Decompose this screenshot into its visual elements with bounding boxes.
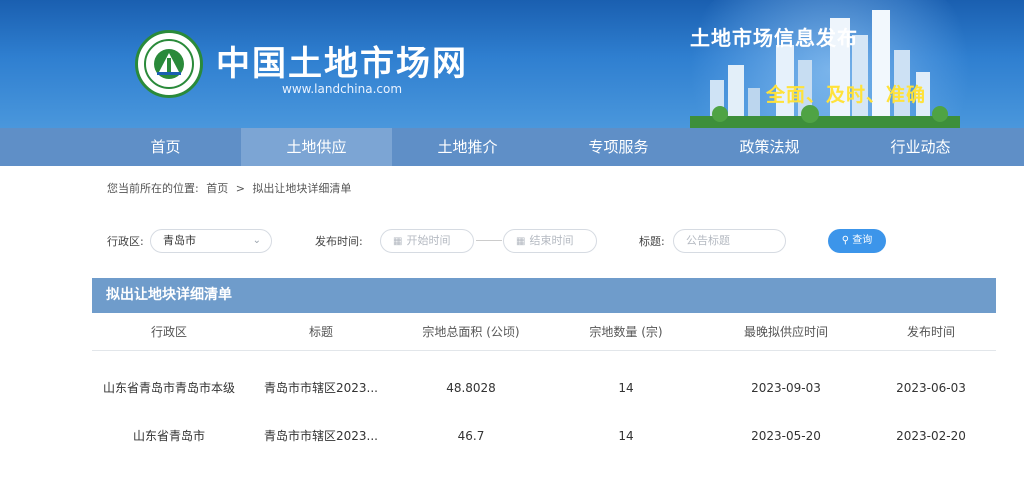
- cell-region: 山东省青岛市青岛市本级: [102, 381, 235, 395]
- cell-count: 14: [618, 381, 634, 395]
- nav-item-home[interactable]: 首页: [90, 128, 241, 166]
- banner-slogan: 全面、及时、准确: [766, 84, 927, 106]
- breadcrumb: 您当前所在的位置: 首页 > 拟出让地块详细清单: [107, 180, 355, 196]
- cell-area: 46.7: [457, 429, 485, 443]
- cell-title-link[interactable]: 青岛市市辖区2023...: [246, 369, 396, 409]
- cell-latest-supply: 2023-09-03: [751, 381, 821, 395]
- search-icon: ⚲: [841, 235, 850, 246]
- site-header: 中国土地市场网 www.landchina.com 土地市场信息发布 全面、及时…: [0, 0, 1024, 128]
- nav-item-land-promotion[interactable]: 土地推介: [392, 128, 543, 166]
- region-select-value: 青岛市: [163, 234, 196, 247]
- nav-item-policies[interactable]: 政策法规: [694, 128, 845, 166]
- breadcrumb-home-link[interactable]: 首页: [206, 182, 228, 195]
- region-select[interactable]: 青岛市 ⌄: [150, 229, 272, 253]
- site-url: www.landchina.com: [282, 82, 403, 96]
- date-range-dash: [476, 240, 502, 241]
- column-header-title: 标题: [308, 325, 333, 339]
- breadcrumb-prefix: 您当前所在的位置:: [107, 182, 199, 195]
- title-search-input[interactable]: 公告标题: [673, 229, 786, 253]
- table-row[interactable]: 山东省青岛市青岛市本级 青岛市市辖区2023... 48.8028 14 202…: [92, 369, 996, 409]
- column-header-latest-supply: 最晚拟供应时间: [743, 325, 828, 339]
- region-label: 行政区:: [107, 235, 144, 248]
- cell-region: 山东省青岛市: [132, 429, 205, 443]
- nav-item-land-supply[interactable]: 土地供应: [241, 128, 392, 166]
- column-header-publish-date: 发布时间: [906, 325, 955, 339]
- cell-publish-date: 2023-02-20: [896, 429, 966, 443]
- chevron-down-icon: ⌄: [252, 235, 261, 246]
- cell-publish-date: 2023-06-03: [896, 381, 966, 395]
- column-header-count: 宗地数量 (宗): [589, 325, 663, 339]
- cell-area: 48.8028: [446, 381, 496, 395]
- filter-bar: 行政区: 青岛市 ⌄ 发布时间: ▦ 开始时间 ▦ 结束时间 标题: 公告标题 ⚲ …: [107, 229, 907, 253]
- start-date-input[interactable]: ▦ 开始时间: [380, 229, 474, 253]
- title-label: 标题:: [639, 235, 665, 248]
- nav-item-special-services[interactable]: 专项服务: [543, 128, 694, 166]
- table-row[interactable]: 山东省青岛市 青岛市市辖区2023... 46.7 14 2023-05-20 …: [92, 417, 996, 457]
- search-button-label: 查询: [852, 235, 873, 246]
- calendar-icon: ▦: [393, 236, 403, 247]
- site-title[interactable]: 中国土地市场网: [216, 36, 468, 85]
- end-date-placeholder: 结束时间: [529, 234, 574, 247]
- date-label: 发布时间:: [315, 235, 363, 248]
- cell-count: 14: [618, 429, 634, 443]
- site-logo[interactable]: [135, 30, 203, 98]
- table-heading: 拟出让地块详细清单: [92, 278, 996, 313]
- start-date-placeholder: 开始时间: [406, 234, 451, 247]
- column-header-region: 行政区: [150, 325, 187, 339]
- search-button[interactable]: ⚲ 查询: [828, 229, 886, 253]
- title-search-placeholder: 公告标题: [686, 234, 730, 247]
- nav-item-industry-news[interactable]: 行业动态: [845, 128, 996, 166]
- column-header-area: 宗地总面积 (公顷): [422, 325, 520, 339]
- breadcrumb-separator: >: [235, 182, 245, 195]
- main-nav: 首页 土地供应 土地推介 专项服务 政策法规 行业动态: [0, 128, 1024, 166]
- cell-title-link[interactable]: 青岛市市辖区2023...: [246, 417, 396, 457]
- breadcrumb-current: 拟出让地块详细清单: [252, 182, 352, 195]
- end-date-input[interactable]: ▦ 结束时间: [503, 229, 597, 253]
- cell-latest-supply: 2023-05-20: [751, 429, 821, 443]
- table-header-row: 行政区 标题 宗地总面积 (公顷) 宗地数量 (宗) 最晚拟供应时间 发布时间: [92, 313, 996, 351]
- calendar-icon: ▦: [516, 236, 526, 247]
- banner-title: 土地市场信息发布: [690, 26, 858, 50]
- land-logo-icon: [144, 39, 194, 89]
